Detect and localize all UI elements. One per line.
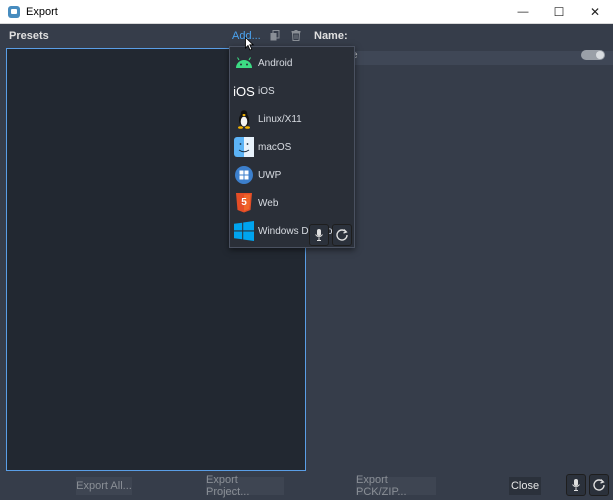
menu-item-web[interactable]: 5 Web: [230, 189, 354, 217]
export-all-button[interactable]: Export All...: [76, 477, 132, 495]
close-icon: ✕: [589, 5, 601, 19]
add-preset-menu: Android iOS iOS Linux/X11 macOS UWP 5 We…: [229, 46, 355, 248]
close-button[interactable]: Close: [509, 477, 541, 495]
uwp-icon: [234, 165, 254, 185]
android-icon: [234, 53, 254, 73]
menu-item-linux[interactable]: Linux/X11: [230, 105, 354, 133]
refresh-button[interactable]: [589, 474, 609, 496]
maximize-icon: ☐: [553, 5, 565, 19]
macos-icon: [234, 137, 254, 157]
ios-icon: iOS: [233, 83, 255, 99]
menu-item-label: UWP: [258, 169, 282, 181]
floating-microphone-button[interactable]: [309, 224, 329, 246]
export-all-label: Export All...: [76, 480, 132, 492]
duplicate-icon[interactable]: [270, 30, 280, 41]
microphone-button[interactable]: [566, 474, 586, 496]
minimize-icon: —: [517, 6, 529, 18]
export-pck-zip-button[interactable]: Export PCK/ZIP...: [356, 474, 436, 498]
delete-icon[interactable]: [291, 30, 301, 41]
export-project-label: Export Project...: [206, 474, 250, 498]
refresh-icon: [593, 479, 605, 491]
refresh-icon: [336, 229, 348, 241]
windows-icon: [234, 221, 254, 241]
menu-item-uwp[interactable]: UWP: [230, 161, 354, 189]
maximize-button[interactable]: ☐: [541, 0, 577, 24]
name-label: Name:: [314, 30, 348, 42]
window-controls: — ☐ ✕: [505, 0, 613, 24]
menu-item-macos[interactable]: macOS: [230, 133, 354, 161]
microphone-icon: [572, 479, 580, 491]
window-titlebar: Export — ☐ ✕: [0, 0, 613, 24]
menu-item-android[interactable]: Android: [230, 49, 354, 77]
godot-app-icon: [8, 5, 20, 18]
mouse-cursor-icon: [245, 37, 255, 51]
floating-refresh-button[interactable]: [332, 224, 352, 246]
window-title: Export: [26, 5, 58, 18]
menu-item-label: Android: [258, 57, 293, 69]
presets-label: Presets: [9, 30, 49, 42]
html5-icon: 5: [234, 193, 254, 213]
menu-item-ios[interactable]: iOS iOS: [230, 77, 354, 105]
menu-item-label: iOS: [258, 85, 275, 97]
minimize-button[interactable]: —: [505, 0, 541, 24]
menu-item-label: Web: [258, 197, 279, 209]
export-pck-zip-label: Export PCK/ZIP...: [356, 474, 407, 498]
runnable-toggle[interactable]: [581, 50, 605, 60]
close-window-button[interactable]: ✕: [577, 0, 613, 24]
menu-item-label: macOS: [258, 141, 292, 153]
linux-icon: [234, 109, 254, 129]
menu-item-label: Linux/X11: [258, 113, 302, 125]
microphone-icon: [315, 229, 323, 241]
export-project-button[interactable]: Export Project...: [206, 474, 284, 498]
close-button-label: Close: [510, 480, 540, 492]
